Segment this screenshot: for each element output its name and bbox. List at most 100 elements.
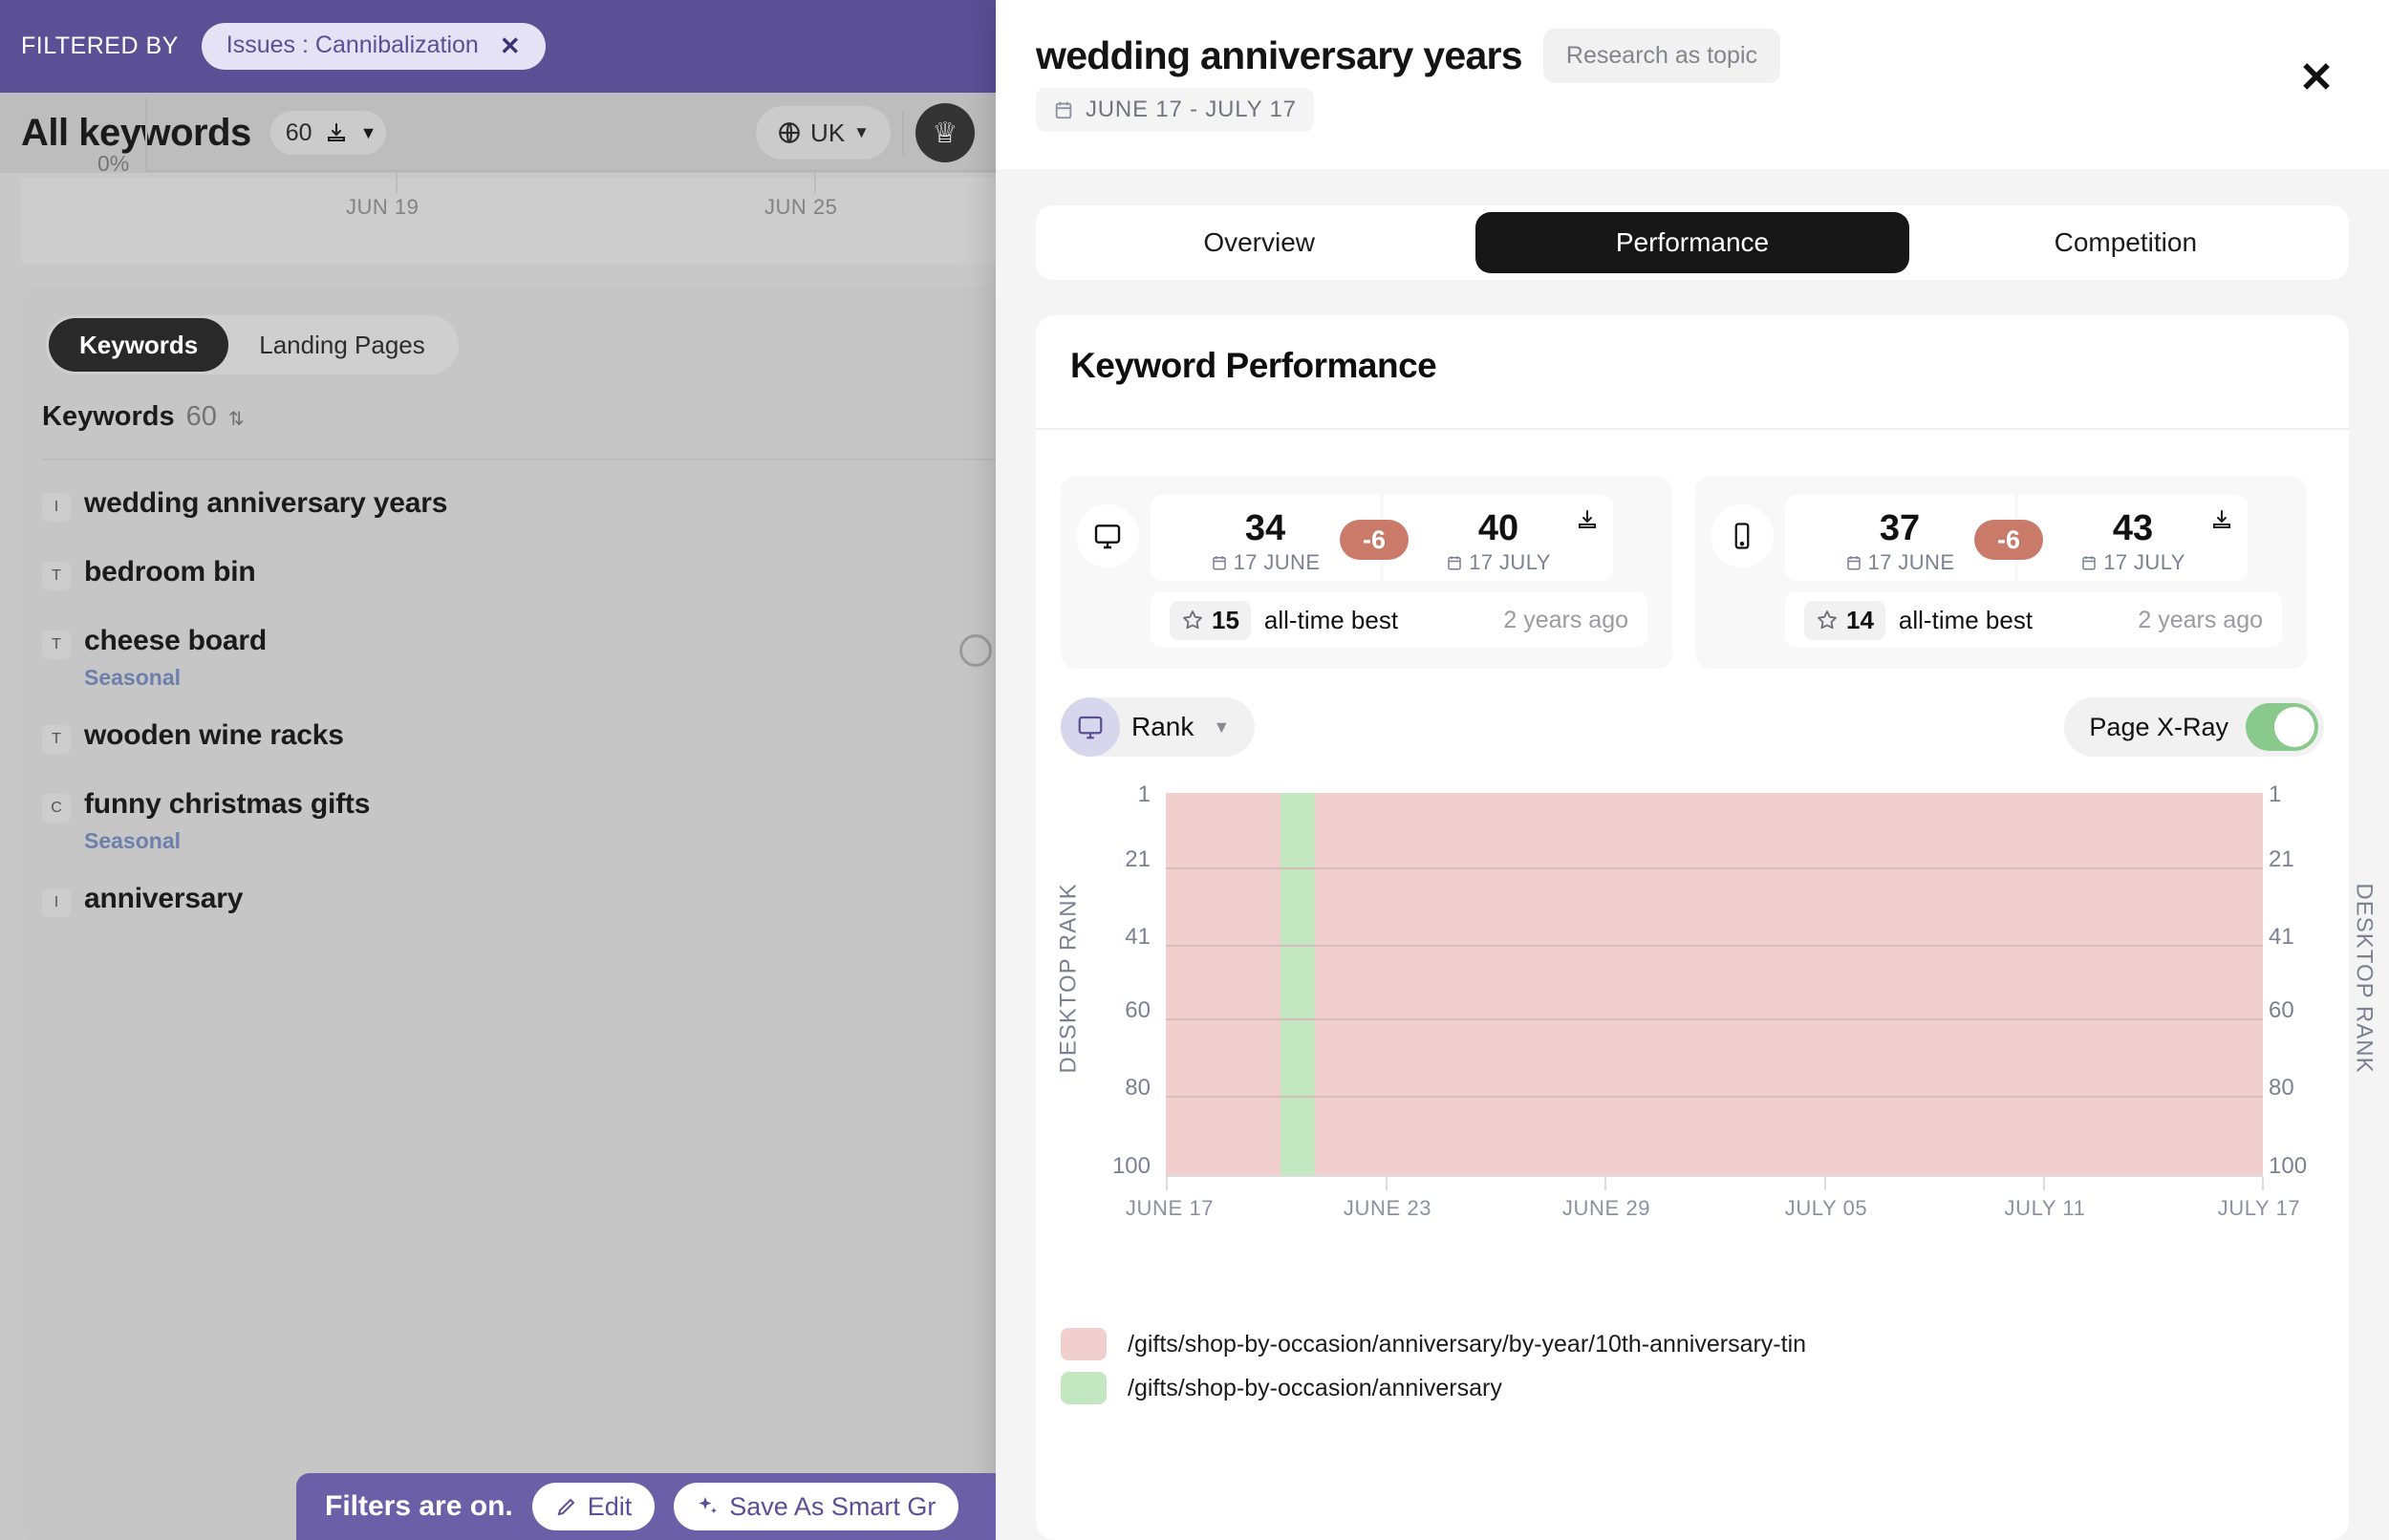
date-range-label: JUNE 17 - JULY 17 — [1086, 96, 1297, 122]
x-tick-label: JULY 11 — [2004, 1196, 2086, 1220]
filters-toast-message: Filters are on. — [325, 1490, 513, 1522]
keyword-tag[interactable]: Seasonal — [84, 828, 181, 854]
chess-piece-icon[interactable]: ♕ — [915, 103, 975, 162]
edit-filters-button[interactable]: Edit — [531, 1483, 656, 1530]
tab-keywords[interactable]: Keywords — [49, 318, 229, 372]
mini-chart-y-axis — [145, 97, 147, 172]
y-tick-right: 21 — [2269, 846, 2294, 872]
legend-swatch — [1061, 1328, 1107, 1360]
keyword-list-count: 60 — [185, 401, 217, 432]
best-rank-value: 14 — [1846, 605, 1874, 634]
list-segmented-control: Keywords Landing Pages — [46, 315, 459, 374]
mini-chart-x-axis — [145, 170, 996, 172]
date-range-chip[interactable]: JUNE 17 - JULY 17 — [1036, 88, 1314, 132]
save-smart-group-button[interactable]: Save As Smart Gr — [674, 1483, 959, 1530]
toggle-knob — [2274, 707, 2314, 747]
filter-bar: FILTERED BY Issues : Cannibalization ✕ — [0, 0, 996, 93]
x-tick-label: JUNE 29 — [1561, 1196, 1651, 1220]
legend-label: /gifts/shop-by-occasion/anniversary/by-y… — [1128, 1330, 1807, 1358]
x-tick-mark — [1604, 1177, 1606, 1190]
mini-chart-y-tick: 0% — [97, 151, 130, 176]
toggle-switch[interactable] — [2246, 703, 2318, 751]
star-icon — [1816, 609, 1839, 631]
end-rank-box: 43 17 JULY — [2018, 495, 2248, 581]
list-item[interactable]: C funny christmas gifts Seasonal — [42, 788, 996, 883]
keyword-list-card: Keywords Landing Pages Keywords 60 ⇅ I w… — [21, 287, 996, 1540]
y-tick-right: 1 — [2269, 781, 2282, 807]
download-icon[interactable] — [2209, 508, 2234, 531]
tab-competition[interactable]: Competition — [1909, 212, 2342, 273]
star-icon — [1181, 609, 1204, 631]
y-tick-left: 60 — [1125, 997, 1151, 1023]
legend-item[interactable]: /gifts/shop-by-occasion/anniversary — [1061, 1372, 1806, 1404]
keyword-name: anniversary — [84, 883, 244, 914]
best-rank-value: 15 — [1212, 605, 1239, 634]
list-item[interactable]: T bedroom bin — [42, 556, 996, 625]
all-time-best-row: 15 all-time best 2 years ago — [1151, 592, 1647, 648]
edit-label: Edit — [587, 1491, 633, 1521]
legend-label: /gifts/shop-by-occasion/anniversary — [1128, 1374, 1502, 1401]
panel-tabs: Overview Performance Competition — [1036, 205, 2349, 280]
close-icon[interactable]: ✕ — [2292, 53, 2341, 103]
filter-chip-remove-icon[interactable]: ✕ — [500, 33, 521, 58]
y-tick-right: 41 — [2269, 924, 2294, 950]
y-tick-left: 1 — [1137, 781, 1151, 807]
tab-landing-pages[interactable]: Landing Pages — [228, 318, 455, 372]
chart-y-axis-label-right: DESKTOP RANK — [2351, 883, 2378, 1074]
chevron-down-icon: ▼ — [853, 123, 870, 141]
start-date-label: 17 JUNE — [1867, 550, 1955, 574]
y-tick-right: 100 — [2269, 1153, 2308, 1179]
list-item[interactable]: T wooden wine racks — [42, 719, 996, 788]
calendar-icon — [1053, 99, 1074, 120]
keyword-tag[interactable]: Seasonal — [84, 665, 181, 691]
best-rank-label: all-time best — [1263, 605, 1399, 634]
mini-chart-x-label: JUN 19 — [346, 195, 420, 219]
card-divider — [1036, 428, 2349, 430]
y-tick-left: 100 — [1111, 1153, 1151, 1179]
filtered-by-label: FILTERED BY — [21, 32, 179, 59]
best-rank-ago: 2 years ago — [1503, 606, 1628, 633]
list-item[interactable]: I wedding anniversary years — [42, 487, 996, 556]
background-app: FILTERED BY Issues : Cannibalization ✕ A… — [0, 0, 996, 1540]
tab-performance[interactable]: Performance — [1475, 212, 1909, 273]
download-icon[interactable] — [1575, 508, 1600, 531]
x-tick-label: JUNE 17 — [1125, 1196, 1215, 1220]
x-tick-mark — [1386, 1177, 1388, 1190]
start-date-label: 17 JUNE — [1233, 550, 1321, 574]
list-item[interactable]: I anniversary — [42, 883, 996, 952]
chart-band-primary — [1166, 793, 2263, 1175]
download-icon[interactable] — [324, 121, 349, 144]
gridline — [1166, 1096, 2263, 1098]
chevron-down-icon[interactable]: ▼ — [360, 123, 377, 143]
y-tick-left: 80 — [1125, 1075, 1151, 1101]
history-icon[interactable] — [959, 634, 992, 667]
sort-icon[interactable]: ⇅ — [228, 410, 245, 429]
country-select[interactable]: UK ▼ — [756, 106, 891, 160]
list-item[interactable]: T cheese board Seasonal — [42, 625, 996, 719]
desktop-icon — [1061, 697, 1120, 757]
save-label: Save As Smart Gr — [729, 1491, 936, 1521]
keyword-count-pill[interactable]: 60 ▼ — [269, 111, 387, 155]
research-as-topic-button[interactable]: Research as topic — [1542, 29, 1781, 83]
y-tick-left: 21 — [1125, 846, 1151, 872]
best-rank-label: all-time best — [1898, 605, 2034, 634]
best-rank-badge: 15 — [1170, 600, 1251, 640]
keyword-type-badge: T — [42, 725, 71, 754]
rank-chart: DESKTOP RANK DESKTOP RANK 1 21 41 60 80 … — [1036, 781, 2378, 1318]
calendar-icon — [1446, 554, 1463, 571]
tab-overview[interactable]: Overview — [1043, 212, 1475, 273]
metric-select[interactable]: Rank ▼ — [1061, 697, 1256, 757]
page-xray-label: Page X-Ray — [2089, 712, 2228, 741]
keyword-list-title: Keywords — [42, 401, 175, 432]
filter-chip[interactable]: Issues : Cannibalization ✕ — [201, 23, 546, 70]
gridline — [1166, 867, 2263, 869]
legend-item[interactable]: /gifts/shop-by-occasion/anniversary/by-y… — [1061, 1328, 1806, 1360]
pencil-icon — [555, 1495, 578, 1518]
keyword-count: 60 — [285, 118, 312, 146]
panel-title: wedding anniversary years — [1036, 33, 1523, 77]
y-tick-right: 80 — [2269, 1075, 2294, 1101]
keywords-header: All keywords 60 ▼ UK ▼ ♕ — [0, 93, 996, 173]
page-xray-toggle[interactable]: Page X-Ray — [2064, 697, 2324, 757]
filters-toast: Filters are on. Edit Save As Smart Gr — [296, 1473, 996, 1540]
best-rank-ago: 2 years ago — [2138, 606, 2263, 633]
